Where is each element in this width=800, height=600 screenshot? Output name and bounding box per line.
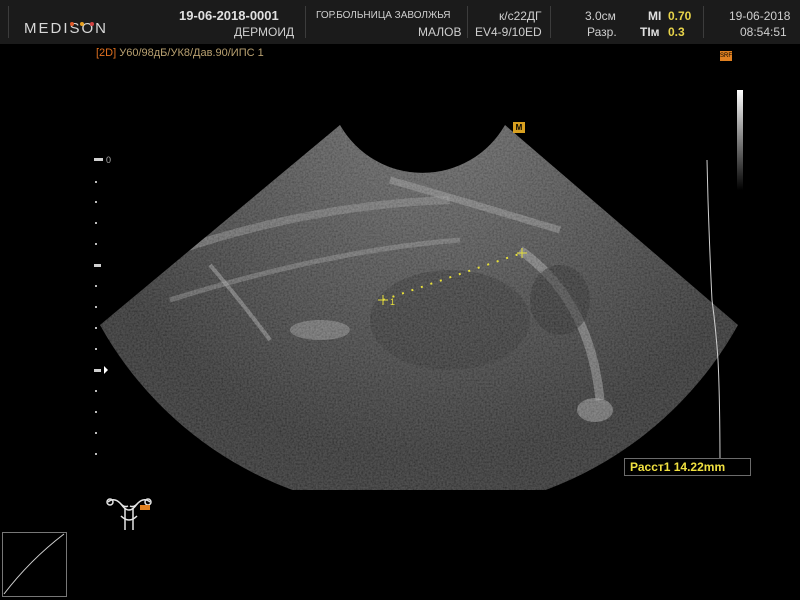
- uterus-body-mark-icon: [106, 498, 152, 530]
- srf-indicator-icon: SRF: [720, 51, 732, 61]
- depth-zero-label: 0: [106, 155, 111, 165]
- depth-scale: 0: [94, 155, 111, 455]
- probe-orientation-icon: [140, 505, 150, 510]
- ultrasound-image: 1 0: [3, 90, 743, 595]
- focus-marker-icon[interactable]: [104, 366, 108, 374]
- gamma-curve-box: [2, 532, 67, 597]
- caliper-label: 1: [390, 297, 395, 307]
- orientation-marker-icon: M: [513, 122, 525, 133]
- measurement-result: Расст1 14.22mm: [624, 458, 751, 476]
- grayscale-bar: [737, 90, 743, 190]
